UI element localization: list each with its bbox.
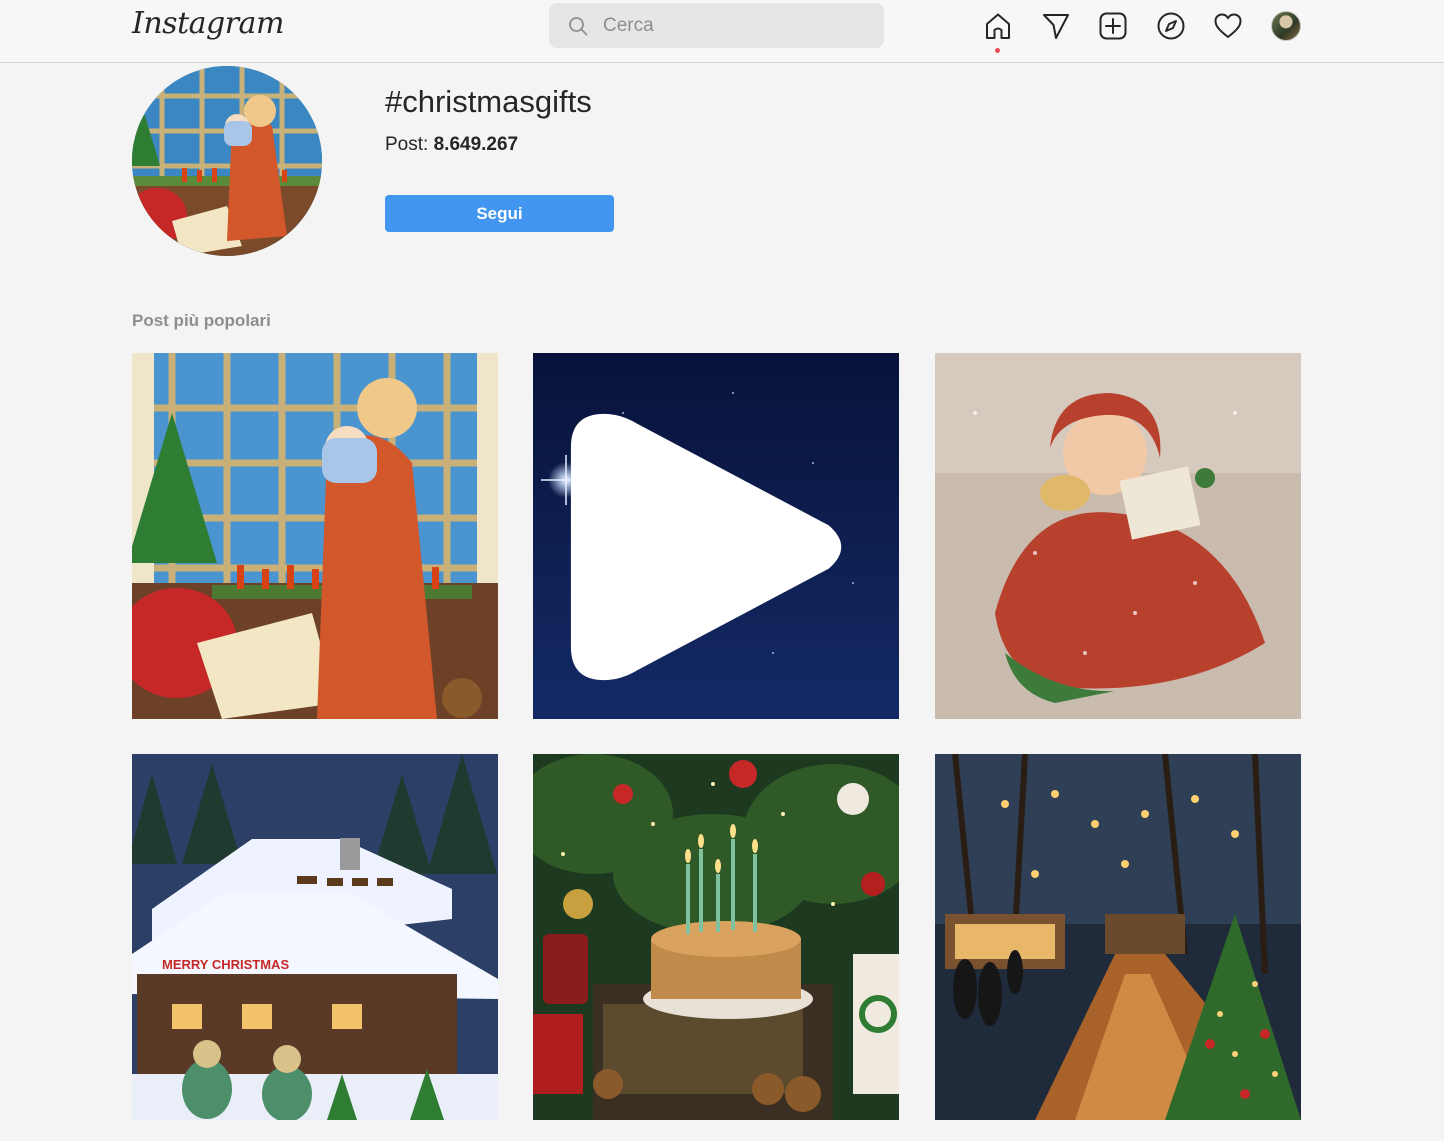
cabin-sign-text: MERRY CHRISTMAS bbox=[162, 957, 289, 972]
post-tile[interactable] bbox=[935, 353, 1301, 719]
top-navigation-bar: Instagram bbox=[0, 0, 1444, 63]
post-image-carol-girl bbox=[935, 353, 1301, 719]
reel-icon bbox=[570, 413, 842, 681]
top-posts-label: Post più popolari bbox=[132, 311, 271, 330]
post-image-window-girl bbox=[132, 353, 498, 719]
activity-heart-icon[interactable] bbox=[1213, 11, 1243, 41]
post-count-label: Post: bbox=[385, 134, 429, 155]
search-icon bbox=[569, 17, 588, 36]
hashtag-profile-image bbox=[132, 66, 322, 256]
post-tile[interactable] bbox=[935, 754, 1301, 1120]
explore-icon[interactable] bbox=[1156, 11, 1186, 41]
post-tile[interactable] bbox=[533, 754, 899, 1120]
profile-avatar[interactable] bbox=[1271, 11, 1301, 41]
post-image-cake bbox=[533, 754, 899, 1120]
post-image-christmas-market bbox=[935, 754, 1301, 1120]
direct-icon[interactable] bbox=[1041, 11, 1071, 41]
post-tile[interactable] bbox=[132, 353, 498, 719]
new-post-icon[interactable] bbox=[1098, 11, 1128, 41]
post-count-value: 8.649.267 bbox=[433, 134, 519, 155]
post-image-snow-cabin: MERRY CHRISTMAS bbox=[132, 754, 498, 1120]
post-tile[interactable] bbox=[533, 353, 899, 719]
notification-dot bbox=[995, 48, 1000, 53]
search-box[interactable] bbox=[549, 3, 884, 48]
follow-button[interactable]: Segui bbox=[385, 195, 614, 232]
post-tile[interactable]: MERRY CHRISTMAS bbox=[132, 754, 498, 1120]
instagram-logo[interactable]: Instagram bbox=[132, 6, 284, 41]
home-icon[interactable] bbox=[983, 11, 1013, 41]
hashtag-title: #christmasgifts bbox=[385, 84, 592, 119]
post-count: Post: 8.649.267 bbox=[385, 134, 518, 156]
search-input[interactable] bbox=[603, 11, 863, 41]
